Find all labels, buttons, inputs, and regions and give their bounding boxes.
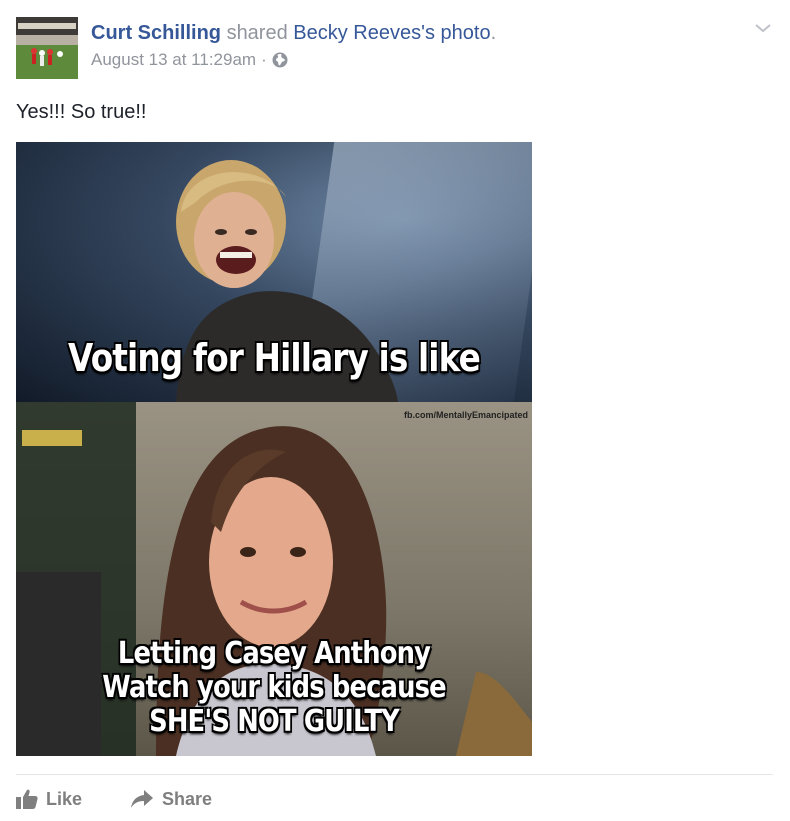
post-body-text: Yes!!! So true!! xyxy=(16,101,147,123)
photo-watermark: fb.com/MentallyEmancipated xyxy=(403,410,528,420)
post-meta: August 13 at 11:29am · xyxy=(91,50,496,70)
chevron-down-icon xyxy=(755,24,771,33)
meta-separator: · xyxy=(261,50,267,69)
thumbs-up-icon xyxy=(16,789,38,809)
shared-owner-suffix: 's xyxy=(421,22,435,44)
photo-caption-bottom: Letting Casey Anthony Watch your kids be… xyxy=(52,637,496,739)
like-button[interactable]: Like xyxy=(16,784,82,814)
author-name-link[interactable]: Curt Schilling xyxy=(91,22,221,44)
shared-owner-link[interactable]: Becky Reeves's xyxy=(293,22,435,44)
share-button[interactable]: Share xyxy=(130,784,212,814)
post-options-button[interactable] xyxy=(752,18,774,38)
avatar-image xyxy=(16,17,78,79)
photo-caption-bottom-line-1: Letting Casey Anthony xyxy=(117,636,431,671)
post-header: Curt Schilling shared Becky Reeves's pho… xyxy=(91,20,496,70)
author-avatar[interactable] xyxy=(16,17,78,79)
like-label: Like xyxy=(46,788,83,809)
photo-caption-bottom-line-3: SHE'S NOT GUILTY xyxy=(149,704,400,739)
shared-verb: shared xyxy=(226,22,288,44)
actions-divider xyxy=(16,774,773,775)
photo-caption-top: Voting for Hillary is like xyxy=(68,336,481,380)
share-label: Share xyxy=(162,788,213,809)
shared-photo[interactable]: Voting for Hillary is like fb.com/Mental… xyxy=(16,142,532,756)
shared-photo-link[interactable]: photo xyxy=(441,22,491,44)
post-header-line: Curt Schilling shared Becky Reeves's pho… xyxy=(91,20,496,46)
photo-caption-bottom-line-2: Watch your kids because xyxy=(102,670,446,705)
shared-owner-name: Becky Reeves xyxy=(293,22,422,44)
post-timestamp[interactable]: August 13 at 11:29am xyxy=(91,50,256,70)
globe-icon[interactable] xyxy=(272,52,288,68)
photo-top-panel: Voting for Hillary is like xyxy=(16,142,532,402)
header-period: . xyxy=(490,22,497,44)
post-actions: Like Share xyxy=(16,784,212,814)
share-arrow-icon xyxy=(131,790,154,808)
feed-post: Curt Schilling shared Becky Reeves's pho… xyxy=(0,0,790,821)
